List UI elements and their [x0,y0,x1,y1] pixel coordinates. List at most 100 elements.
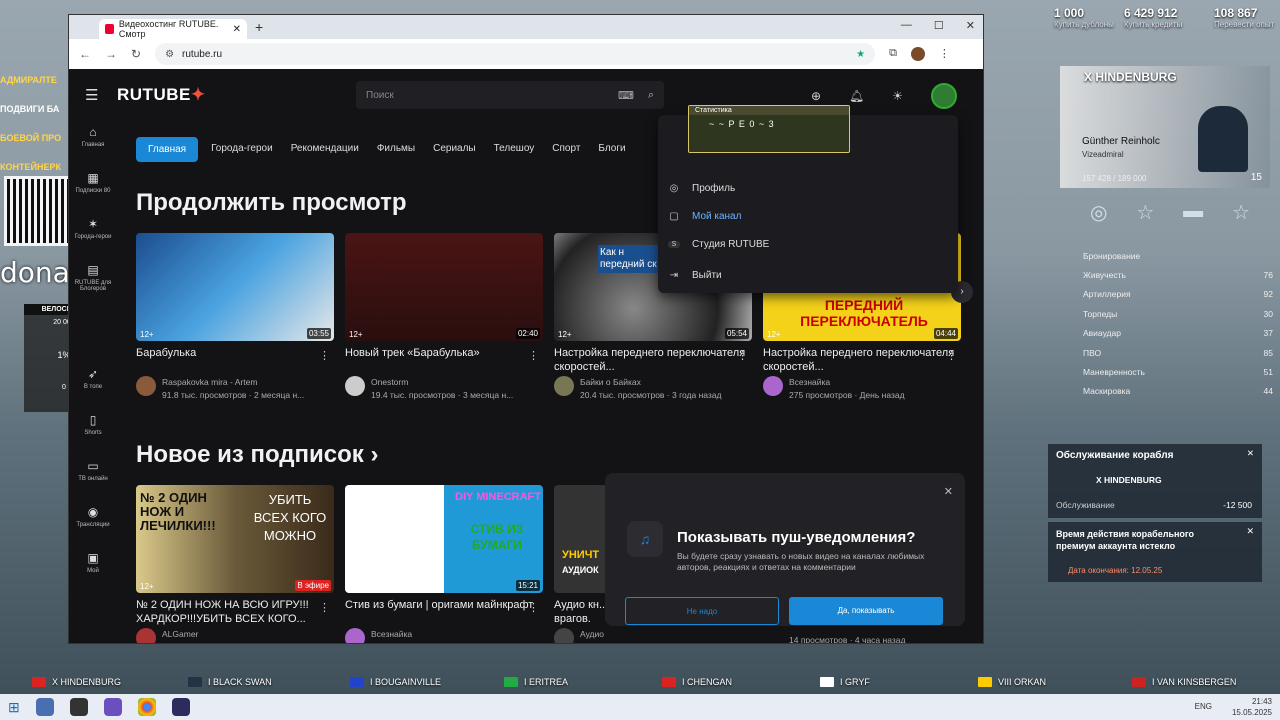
channel-avatar[interactable] [136,628,156,643]
app-icon[interactable] [103,698,122,716]
system-tray[interactable]: ENG 21:43 15.05.2025 [1195,696,1272,718]
section-continue-title[interactable]: Продолжить просмотр [136,189,407,217]
more-options-icon[interactable]: ⋮ [528,349,539,362]
chip-movies[interactable]: Фильмы [372,137,420,162]
chip-series[interactable]: Сериалы [428,137,481,162]
ship-card[interactable]: I VAN KINSBERGEN [1132,670,1236,694]
channel-name[interactable]: Всезнайка [371,628,412,641]
skill-icon[interactable]: ◎ [1090,200,1107,225]
close-icon[interactable]: ✕ [1247,448,1254,459]
channel-avatar[interactable] [136,376,156,396]
param-row[interactable]: Маскировка 44 [1083,382,1273,401]
url-field[interactable]: ⚙ rutube.ru ★ [155,43,876,65]
banner-item[interactable]: БОЕВОЙ ПРО [0,124,68,153]
ship-card[interactable]: I BOUGAINVILLE [350,670,441,694]
menu-icon[interactable]: ⋮ [939,47,950,61]
ship-card[interactable]: I ERITREA [504,670,568,694]
video-thumbnail[interactable]: 12+ 02:40 [345,233,543,341]
more-options-icon[interactable]: ⋮ [946,349,957,362]
maximize-icon[interactable]: ☐ [934,19,944,32]
channel-name[interactable]: Аудио Книгомания [580,628,614,643]
sidenav-item-hero-cities[interactable]: ✶ Города-герои [69,211,117,257]
video-card[interactable]: 12+ 02:40 Новый трек «Барабулька» ⋮ Onest… [345,233,543,402]
credits-stat[interactable]: 6 429 912 Купить кредиты [1124,6,1182,29]
captain-panel[interactable]: X HINDENBURG Günther Reinholc Vizeadmira… [1060,66,1270,188]
param-row[interactable]: Бронирование [1083,246,1273,265]
video-title[interactable]: Новый трек «Барабулька» [345,346,543,374]
skill-icon[interactable]: ▬ [1183,200,1203,225]
app-icon[interactable] [35,698,54,716]
sidenav-item-bloggers[interactable]: ▤ RUTUBE для Блогеров [69,257,117,303]
reload-icon[interactable]: ↻ [131,47,141,61]
upload-icon[interactable]: ⊕ [811,89,821,103]
param-row[interactable]: ПВО 85 [1083,343,1273,362]
forward-icon[interactable]: → [105,47,117,61]
video-title[interactable]: Настройка переднего переключателя скорос… [554,346,752,374]
param-row[interactable]: Артиллерия 92 [1083,285,1273,304]
ship-card[interactable]: I BLACK SWAN [188,670,272,694]
sidenav-item-tv[interactable]: ▭ ТВ онлайн [69,453,117,499]
search-icon[interactable]: ⌕ [648,89,654,102]
doubloons-stat[interactable]: 1 000 Купить дублоны [1054,6,1114,29]
chip-home[interactable]: Главная [136,137,199,162]
menu-item-my-channel[interactable]: ▢ Мой канал [668,211,741,222]
chip-blogs[interactable]: Блоги [593,137,630,162]
minimize-icon[interactable]: — [901,19,912,32]
channel-name[interactable]: ALGamer [162,628,198,641]
decline-button[interactable]: Не надо [625,597,779,625]
video-thumbnail[interactable]: 12+ 03:55 [136,233,334,341]
chip-hero-cities[interactable]: Города-герои [206,137,278,162]
menu-item-profile[interactable]: ◎ Профиль [668,183,736,194]
site-info-icon[interactable]: ⚙ [165,49,174,60]
chrome-icon[interactable] [137,698,156,716]
video-title[interactable]: Настройка переднего переключателя скорос… [763,346,961,374]
sidenav-item-my[interactable]: ▣ Мой [69,545,117,591]
banner-item[interactable]: АДМИРАЛТЕ [0,66,68,95]
param-row[interactable]: Авиаудар 37 [1083,324,1273,343]
param-row[interactable]: Торпеды 30 [1083,304,1273,323]
browser-tab[interactable]: Видеохостинг RUTUBE. Смотр ✕ [99,19,247,39]
ship-card[interactable]: I CHENGAN [662,670,732,694]
ship-card[interactable]: VIII ORKAN [978,670,1046,694]
notifications-icon[interactable]: 🔔︎ [849,89,864,103]
channel-avatar[interactable] [554,376,574,396]
sidenav-item-top[interactable]: ➶ В топе [69,361,117,407]
more-options-icon[interactable]: ⋮ [528,601,539,614]
more-options-icon[interactable]: ⋮ [319,601,330,614]
app-icon[interactable] [69,698,88,716]
ship-card[interactable]: I GRYF [820,670,870,694]
star-icon[interactable]: ☆ [1136,200,1154,225]
keyboard-icon[interactable]: ⌨ [618,89,634,102]
video-card[interactable]: DIY MINECRAFT СТИВ ИЗ БУМАГИ 12+ 15:21 Ст… [345,485,543,643]
hamburger-menu-icon[interactable]: ☰ [85,86,99,104]
language-indicator[interactable]: ENG [1195,701,1212,712]
banner-item[interactable]: ПОДВИГИ БА [0,95,68,124]
back-icon[interactable]: ← [79,47,91,61]
close-icon[interactable]: ✕ [944,485,953,498]
accept-button[interactable]: Да, показывать [789,597,943,625]
video-title[interactable]: Барабулька [136,346,334,374]
theme-toggle-icon[interactable]: ☀ [892,89,903,103]
param-row[interactable]: Маневренность 51 [1083,362,1273,381]
channel-name[interactable]: Байки о Байках [580,376,722,389]
channel-avatar[interactable] [345,628,365,643]
more-options-icon[interactable]: ⋮ [319,349,330,362]
sidenav-item-shorts[interactable]: ▯ Shorts [69,407,117,453]
rutube-logo[interactable]: RUTUBE✦ [117,85,206,105]
menu-item-studio[interactable]: S Студия RUTUBE [668,239,769,250]
windows-start-icon[interactable]: ⊞ [8,699,20,716]
video-card[interactable]: № 2 ОДИН НОЖ И ЛЕЧИЛКИ!!! УБИТЬ ВСЕХ КОГ… [136,485,334,643]
chip-recommendations[interactable]: Рекомендации [286,137,364,162]
section-subscriptions-title[interactable]: Новое из подписок › [136,441,378,469]
user-avatar[interactable] [931,83,957,109]
video-title[interactable]: № 2 ОДИН НОЖ НА ВСЮ ИГРУ!!! ХАРДКОР!!!УБ… [136,598,334,626]
sidenav-item-live[interactable]: ◉ Трансляции [69,499,117,545]
channel-name[interactable]: Onestorm [371,376,513,389]
channel-avatar[interactable] [554,628,574,643]
search-input[interactable]: Поиск ⌨ ⌕ [356,81,664,109]
chip-sport[interactable]: Спорт [547,137,585,162]
profile-avatar[interactable] [910,47,925,61]
new-tab-icon[interactable]: + [255,19,263,35]
video-card[interactable]: 12+ 03:55 Барабулька ⋮ Raspakovka mira - … [136,233,334,402]
star-icon[interactable]: ☆ [1232,200,1250,225]
